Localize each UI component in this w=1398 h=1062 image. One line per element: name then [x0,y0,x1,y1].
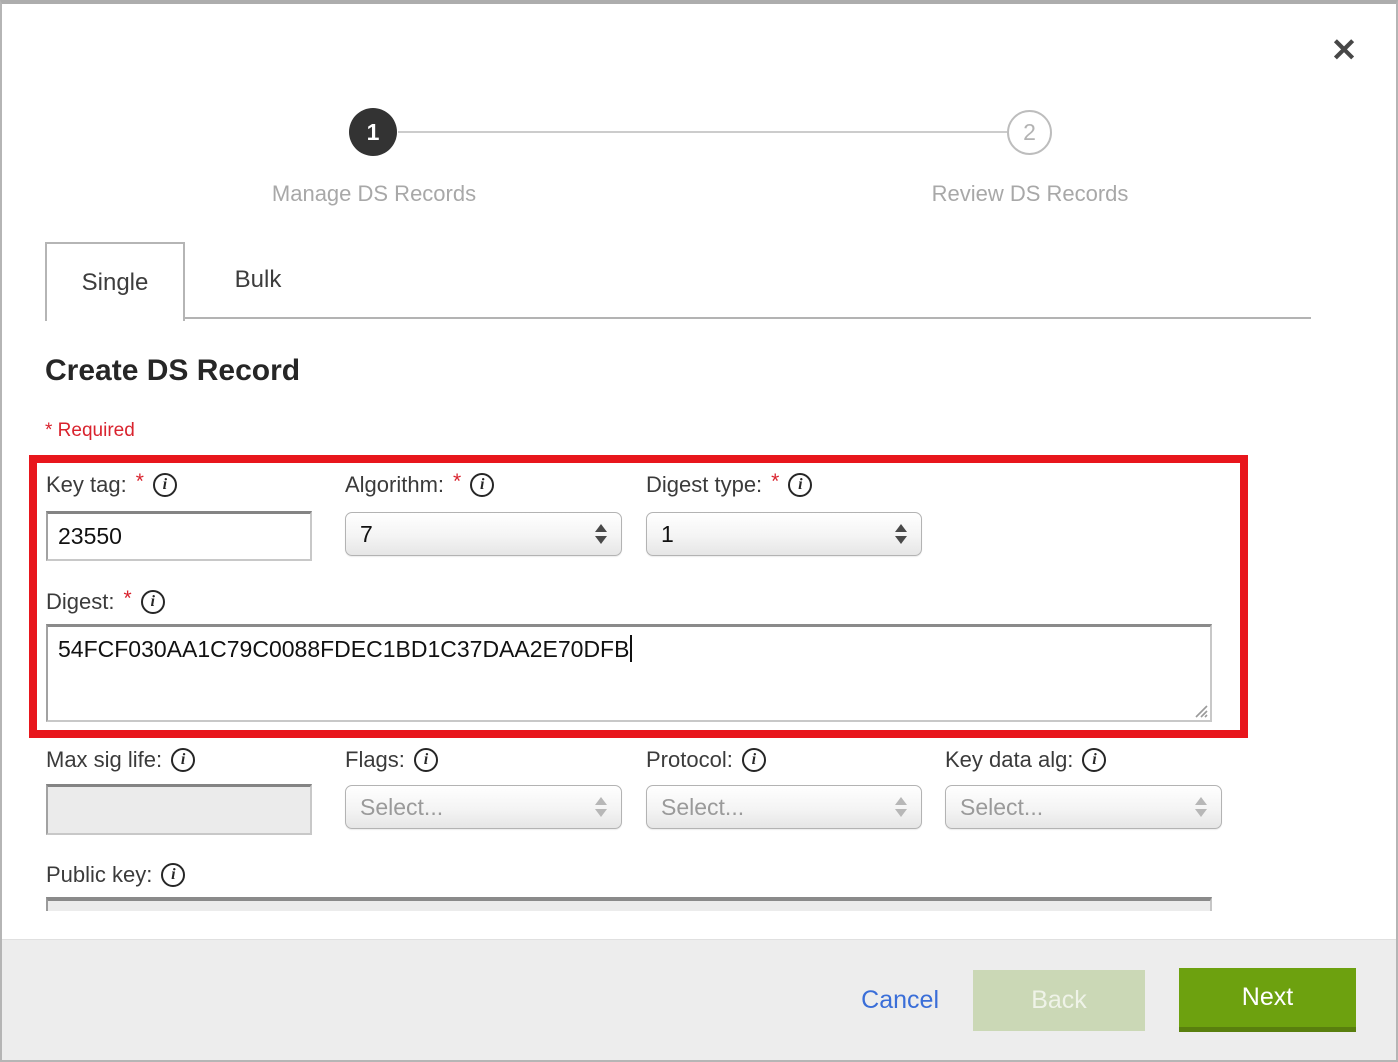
tab-single[interactable]: Single [45,242,185,321]
info-icon[interactable]: i [1082,748,1106,772]
required-asterisk: * [123,587,131,611]
key-tag-label: Key tag: * i [46,472,312,498]
info-icon[interactable]: i [141,590,165,614]
digest-label-text: Digest: [46,589,114,615]
required-asterisk: * [136,470,144,494]
public-key-textarea[interactable] [46,897,1212,911]
info-icon[interactable]: i [788,473,812,497]
flags-label: Flags: i [345,747,622,773]
protocol-select[interactable]: Select... [646,785,922,829]
key-tag-input[interactable]: 23550 [46,511,312,561]
max-sig-life-input[interactable] [46,784,312,835]
digest-type-select-value: 1 [661,521,887,548]
info-icon[interactable]: i [470,473,494,497]
public-key-label-text: Public key: [46,862,152,888]
key-data-alg-select-value: Select... [960,794,1187,821]
required-asterisk: * [453,470,461,494]
max-sig-life-label: Max sig life: i [46,747,312,773]
algorithm-select[interactable]: 7 [345,512,622,556]
algorithm-select-value: 7 [360,521,587,548]
page-title: Create DS Record [45,354,300,388]
digest-textarea[interactable]: 54FCF030AA1C79C0088FDEC1BD1C37DAA2E70DFB [46,624,1212,722]
create-ds-record-modal: ✕ 1 2 Manage DS Records Review DS Record… [0,0,1398,1062]
back-button[interactable]: Back [973,970,1145,1031]
flags-label-text: Flags: [345,747,405,773]
required-note: * Required [45,420,135,442]
next-button[interactable]: Next [1179,968,1356,1032]
digest-value: 54FCF030AA1C79C0088FDEC1BD1C37DAA2E70DFB [58,636,629,662]
cancel-button[interactable]: Cancel [861,986,939,1015]
mode-tabs: Single Bulk [45,242,1311,319]
key-data-alg-label: Key data alg: i [945,747,1222,773]
digest-type-label: Digest type: * i [646,472,922,498]
info-icon[interactable]: i [153,473,177,497]
key-data-alg-label-text: Key data alg: [945,747,1073,773]
modal-footer: Cancel Back Next [2,939,1396,1060]
select-arrows-icon [1195,797,1207,817]
key-data-alg-select[interactable]: Select... [945,785,1222,829]
flags-select-value: Select... [360,794,587,821]
info-icon[interactable]: i [161,863,185,887]
close-icon[interactable]: ✕ [1322,28,1366,72]
tab-bulk[interactable]: Bulk [185,242,331,317]
algorithm-label: Algorithm: * i [345,472,622,498]
info-icon[interactable]: i [742,748,766,772]
algorithm-label-text: Algorithm: [345,472,444,498]
protocol-select-value: Select... [661,794,887,821]
step-1-circle: 1 [349,108,397,156]
digest-type-label-text: Digest type: [646,472,762,498]
info-icon[interactable]: i [171,748,195,772]
text-caret [630,635,632,662]
protocol-label-text: Protocol: [646,747,733,773]
resize-grip-icon[interactable] [1192,702,1208,718]
select-arrows-icon [595,524,607,544]
protocol-label: Protocol: i [646,747,922,773]
step-1-label: Manage DS Records [244,181,504,207]
required-asterisk: * [771,470,779,494]
step-2-label: Review DS Records [900,181,1160,207]
public-key-label: Public key: i [46,862,185,888]
select-arrows-icon [895,524,907,544]
flags-select[interactable]: Select... [345,785,622,829]
select-arrows-icon [595,797,607,817]
digest-type-select[interactable]: 1 [646,512,922,556]
stepper-connector [398,131,1007,133]
select-arrows-icon [895,797,907,817]
key-tag-label-text: Key tag: [46,472,127,498]
info-icon[interactable]: i [414,748,438,772]
digest-label: Digest: * i [46,589,165,615]
step-2-circle: 2 [1007,110,1052,155]
max-sig-life-label-text: Max sig life: [46,747,162,773]
